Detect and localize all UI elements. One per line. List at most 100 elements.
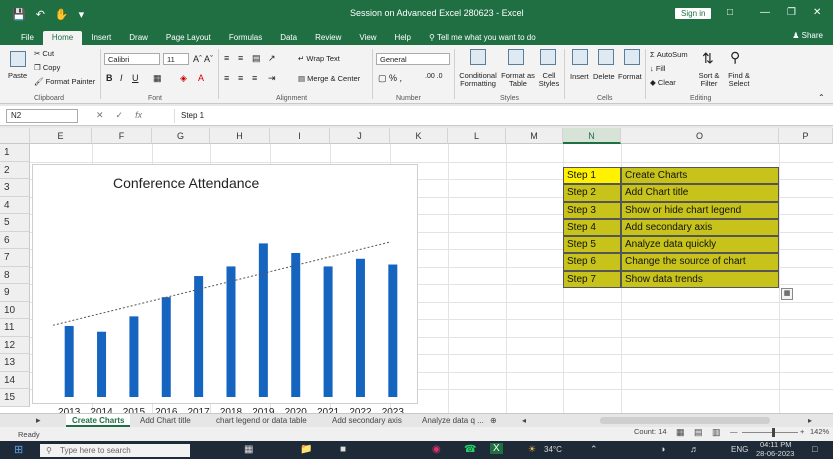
tab-file[interactable]: File <box>12 31 43 45</box>
fx-icon[interactable]: fx <box>135 110 142 121</box>
sheet-tab-chart-legend[interactable]: chart legend or data table <box>210 414 313 427</box>
clock-date[interactable]: 28-06-2023 <box>756 449 794 458</box>
cell-styles-button[interactable]: Cell Styles <box>536 72 562 88</box>
weather-temp[interactable]: 34°C <box>544 445 562 454</box>
step-description-cell[interactable]: Show data trends <box>621 270 779 289</box>
row-header[interactable]: 9 <box>0 284 30 302</box>
sheet-tab-analyze[interactable]: Analyze data q ... <box>416 414 490 427</box>
row-header[interactable]: 13 <box>0 354 30 372</box>
format-cells-button[interactable]: Format <box>618 72 642 81</box>
sort-filter-icon[interactable]: ⇅ <box>702 50 714 67</box>
close-icon[interactable]: ✕ <box>813 7 821 18</box>
minimize-icon[interactable]: — <box>760 7 770 18</box>
step-cell[interactable]: Step 5 <box>563 236 621 254</box>
quick-analysis-icon[interactable]: ▦ <box>781 288 793 300</box>
paste-icon[interactable] <box>10 51 26 67</box>
autosum-button[interactable]: Σ AutoSum <box>650 50 688 59</box>
tab-data[interactable]: Data <box>271 31 306 45</box>
row-header[interactable]: 6 <box>0 231 30 249</box>
step-cell[interactable]: Step 6 <box>563 253 621 271</box>
row-header[interactable]: 11 <box>0 319 30 337</box>
zoom-slider[interactable] <box>742 432 798 433</box>
column-header-j[interactable]: J <box>330 128 390 144</box>
instagram-icon[interactable]: ◉ <box>432 444 441 455</box>
font-grow-icon[interactable]: Aˆ Aˇ <box>193 54 213 64</box>
chart-bar[interactable] <box>258 243 268 397</box>
chart-bar[interactable] <box>194 276 204 397</box>
decimal-icon[interactable]: .00 .0 <box>425 73 443 80</box>
conditional-formatting-button[interactable]: Conditional Formatting <box>456 72 500 88</box>
row-header[interactable]: 14 <box>0 371 30 389</box>
delete-cells-button[interactable]: Delete <box>593 72 615 81</box>
merge-center-button[interactable]: ▤ Merge & Center <box>298 74 360 83</box>
column-header-e[interactable]: E <box>30 128 92 144</box>
clear-button[interactable]: ◆ Clear <box>650 78 676 87</box>
step-cell[interactable]: Step 2 <box>563 184 621 202</box>
tab-insert[interactable]: Insert <box>82 31 120 45</box>
align-bottom-icon[interactable]: ▤ <box>252 53 261 64</box>
task-view-icon[interactable]: ▦ <box>244 444 253 455</box>
step-description-cell[interactable]: Show or hide chart legend <box>621 201 779 219</box>
file-explorer-icon[interactable]: 📁 <box>300 444 312 455</box>
step-cell[interactable]: Step 3 <box>563 201 621 219</box>
number-format-select[interactable]: General <box>376 53 450 65</box>
currency-icon[interactable]: ▢ % , <box>378 73 402 84</box>
insert-cells-icon[interactable] <box>572 49 588 65</box>
format-painter-button[interactable]: 🖌 Format Painter <box>34 77 95 86</box>
chart-bar[interactable] <box>291 253 301 397</box>
zoom-slider-thumb[interactable] <box>772 428 775 437</box>
column-header-h[interactable]: H <box>210 128 270 144</box>
chart-area[interactable]: Conference Attendance 201320142015201620… <box>32 164 418 413</box>
align-middle-icon[interactable]: ≡ <box>238 53 243 63</box>
save-icon[interactable]: 💾 <box>12 8 26 21</box>
orientation-icon[interactable]: ↗ <box>268 53 276 64</box>
row-header[interactable]: 7 <box>0 249 30 267</box>
copy-button[interactable]: ❐ Copy <box>34 63 60 72</box>
sheet-tab-secondary-axis[interactable]: Add secondary axis <box>326 414 408 427</box>
column-header-m[interactable]: M <box>506 128 563 144</box>
horizontal-scrollbar[interactable] <box>600 417 770 424</box>
align-left-icon[interactable]: ≡ <box>224 73 229 83</box>
step-cell[interactable]: Step 7 <box>563 270 621 289</box>
enter-icon[interactable]: ✓ <box>116 110 124 121</box>
align-center-icon[interactable]: ≡ <box>238 73 243 83</box>
column-header-n[interactable]: N <box>563 128 621 144</box>
paste-button[interactable]: Paste <box>8 71 27 80</box>
row-header[interactable]: 3 <box>0 179 30 197</box>
format-cells-icon[interactable] <box>624 49 640 65</box>
prev-sheet-icon[interactable]: ▸ <box>30 414 47 427</box>
font-name-select[interactable]: Calibri <box>104 53 160 65</box>
row-header[interactable]: 15 <box>0 389 30 407</box>
zoom-in-icon[interactable]: + <box>800 427 804 436</box>
tab-draw[interactable]: Draw <box>120 31 157 45</box>
format-as-table-button[interactable]: Format as Table <box>500 72 536 88</box>
step-description-cell[interactable]: Analyze data quickly <box>621 236 779 254</box>
cancel-icon[interactable]: ✕ <box>96 110 104 121</box>
page-layout-icon[interactable]: ▤ <box>694 427 703 438</box>
step-description-cell[interactable]: Add Chart title <box>621 184 779 202</box>
zoom-level[interactable]: 142% <box>810 427 829 436</box>
column-header-l[interactable]: L <box>448 128 506 144</box>
borders-icon[interactable]: ▦ <box>153 73 162 84</box>
cell-styles-icon[interactable] <box>540 49 556 65</box>
sign-in-button[interactable]: Sign in <box>675 8 712 19</box>
clock-time[interactable]: 04:11 PM <box>760 440 792 449</box>
formula-input[interactable]: Step 1 <box>174 108 204 123</box>
share-button[interactable]: ♟ Share <box>792 31 823 40</box>
sheet-tab-create-charts[interactable]: Create Charts <box>66 414 131 427</box>
normal-view-icon[interactable]: ▦ <box>676 427 685 438</box>
chart-bar[interactable] <box>97 331 107 397</box>
font-color-icon[interactable]: A <box>198 73 204 83</box>
page-break-icon[interactable]: ▥ <box>712 427 721 438</box>
column-header-i[interactable]: I <box>270 128 330 144</box>
touch-mode-icon[interactable]: ✋ <box>55 8 69 21</box>
tab-help[interactable]: Help <box>386 31 420 45</box>
align-right-icon[interactable]: ≡ <box>252 73 257 83</box>
indent-icon[interactable]: ⇥ <box>268 73 276 84</box>
tab-review[interactable]: Review <box>306 31 350 45</box>
cut-button[interactable]: ✂ Cut <box>34 49 54 58</box>
underline-icon[interactable]: U <box>132 73 139 83</box>
tab-formulas[interactable]: Formulas <box>220 31 271 45</box>
column-header-k[interactable]: K <box>390 128 448 144</box>
chart-bar[interactable] <box>64 325 74 397</box>
